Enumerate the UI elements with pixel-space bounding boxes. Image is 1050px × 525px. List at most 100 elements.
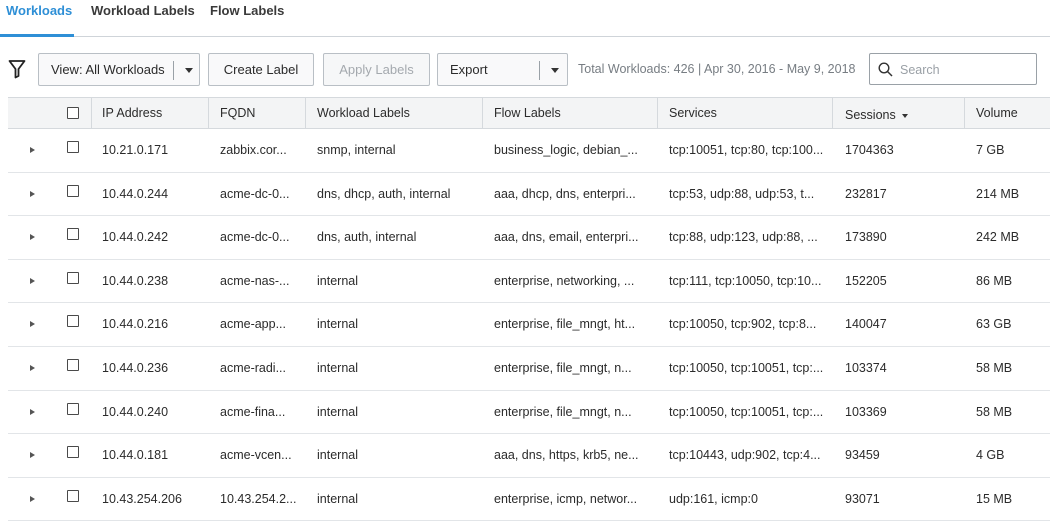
search-input[interactable] [900,60,1030,80]
cell-services: tcp:10050, tcp:10051, tcp:... [669,404,824,419]
cell-workload-labels: internal [317,317,358,332]
dropdown-separator [173,61,174,80]
total-workloads-summary: Total Workloads: 426 | Apr 30, 2016 - Ma… [578,62,856,76]
cell-fqdn: acme-dc-0... [220,186,290,201]
cell-fqdn: acme-app... [220,317,287,332]
column-divider [91,98,92,128]
row-select-checkbox[interactable] [67,358,79,371]
create-label-button[interactable]: Create Label [208,53,314,86]
row-select-checkbox[interactable] [67,184,79,197]
row-select-checkbox[interactable] [67,446,79,459]
expand-row-icon[interactable] [30,321,35,328]
active-tab-indicator [0,34,74,37]
cell-ip-address: 10.44.0.236 [102,360,169,375]
cell-sessions: 152205 [845,273,887,288]
cell-workload-labels: internal [317,360,358,375]
tab-flow-labels[interactable]: Flow Labels [210,3,284,18]
apply-labels-button[interactable]: Apply Labels [323,53,430,86]
column-header-fqdn[interactable]: FQDN [220,98,255,128]
cell-sessions: 140047 [845,317,887,332]
row-select-checkbox[interactable] [67,489,79,502]
sort-descending-icon [901,113,908,118]
cell-services: tcp:111, tcp:10050, tcp:10... [669,273,822,288]
cell-workload-labels: internal [317,273,358,288]
cell-sessions: 232817 [845,186,887,201]
expand-row-icon[interactable] [30,234,35,241]
row-select-checkbox[interactable] [67,402,79,415]
cell-ip-address: 10.44.0.181 [102,448,169,463]
table-row[interactable]: 10.44.0.240 acme-fina... internal enterpris… [8,391,1050,435]
table-body: 10.21.0.171 zabbix.cor... snmp, internal bu… [8,129,1050,522]
column-header-volume[interactable]: Volume [976,98,1018,128]
expand-row-icon[interactable] [30,408,35,415]
table-row[interactable]: 10.44.0.216 acme-app... internal enterprise… [8,303,1050,347]
cell-fqdn: acme-fina... [220,404,286,419]
cell-volume: 15 MB [976,491,1013,506]
cell-sessions: 173890 [845,230,887,245]
table-row[interactable]: 10.44.0.242 acme-dc-0... dns, auth, intern… [8,216,1050,260]
cell-flow-labels: aaa, dns, email, enterpri... [494,230,639,245]
cell-volume: 63 GB [976,317,1012,332]
column-header-flow-labels[interactable]: Flow Labels [494,98,561,128]
expand-row-icon[interactable] [30,364,35,371]
cell-ip-address: 10.44.0.244 [102,186,169,201]
workloads-table: IP Address FQDN Workload Labels Flow Lab… [8,97,1050,522]
table-row[interactable]: 10.44.0.181 acme-vcen... internal aaa, dns,… [8,434,1050,478]
toolbar: View: All Workloads Create Label Apply L… [0,53,1050,87]
cell-volume: 7 GB [976,143,1005,157]
column-header-services[interactable]: Services [669,98,717,128]
row-select-checkbox[interactable] [67,141,79,153]
select-all-checkbox[interactable] [67,107,79,119]
cell-volume: 242 MB [976,230,1020,245]
cell-fqdn: zabbix.cor... [220,143,287,157]
cell-sessions: 93459 [845,448,880,463]
cell-services: tcp:10443, udp:902, tcp:4... [669,448,821,463]
column-divider [482,98,483,128]
tab-workloads[interactable]: Workloads [6,3,72,18]
column-divider [208,98,209,128]
cell-ip-address: 10.44.0.238 [102,273,169,288]
cell-volume: 58 MB [976,360,1013,375]
expand-row-icon[interactable] [30,147,35,153]
cell-flow-labels: aaa, dhcp, dns, enterpri... [494,186,636,201]
expand-row-icon[interactable] [30,277,35,284]
table-row[interactable]: 10.44.0.244 acme-dc-0... dns, dhcp, auth, … [8,173,1050,217]
cell-ip-address: 10.43.254.206 [102,491,182,506]
table-row[interactable]: 10.44.0.236 acme-radi... internal enterpris… [8,347,1050,391]
cell-services: tcp:10050, tcp:10051, tcp:... [669,360,824,375]
row-select-checkbox[interactable] [67,271,79,284]
column-header-sessions[interactable]: Sessions [845,100,908,130]
cell-workload-labels: internal [317,404,358,419]
table-row[interactable]: 10.21.0.171 zabbix.cor... snmp, internal bu… [8,129,1050,173]
table-row[interactable]: 10.43.254.206 10.43.254.2... internal enter… [8,478,1050,522]
expand-row-icon[interactable] [30,452,35,459]
tab-workload-labels[interactable]: Workload Labels [91,3,195,18]
cell-fqdn: acme-radi... [220,360,286,375]
row-select-checkbox[interactable] [67,228,79,241]
cell-services: tcp:88, udp:123, udp:88, ... [669,230,818,245]
column-divider [832,98,833,128]
column-header-ip-address[interactable]: IP Address [102,98,162,128]
tab-bar: Workloads Workload Labels Flow Labels [0,0,1050,37]
create-label-text: Create Label [223,62,299,77]
column-header-workload-labels[interactable]: Workload Labels [317,98,410,128]
cell-services: tcp:10051, tcp:80, tcp:100... [669,143,824,157]
cell-fqdn: acme-dc-0... [220,230,290,245]
expand-row-icon[interactable] [30,495,35,502]
column-divider [964,98,965,128]
row-select-checkbox[interactable] [67,315,79,328]
export-dropdown[interactable]: Export [437,53,568,86]
table-row[interactable]: 10.44.0.238 acme-nas-... internal enterpris… [8,260,1050,304]
cell-sessions: 1704363 [845,143,894,157]
cell-sessions: 103369 [845,404,887,419]
view-dropdown[interactable]: View: All Workloads [38,53,200,86]
chevron-down-icon [551,68,559,73]
column-divider [305,98,306,128]
search-box[interactable] [869,53,1037,85]
expand-row-icon[interactable] [30,190,35,197]
dropdown-separator [539,61,540,80]
cell-sessions: 103374 [845,360,887,375]
filter-funnel-icon[interactable] [8,59,26,79]
search-icon [878,62,893,77]
cell-fqdn: 10.43.254.2... [220,491,297,506]
